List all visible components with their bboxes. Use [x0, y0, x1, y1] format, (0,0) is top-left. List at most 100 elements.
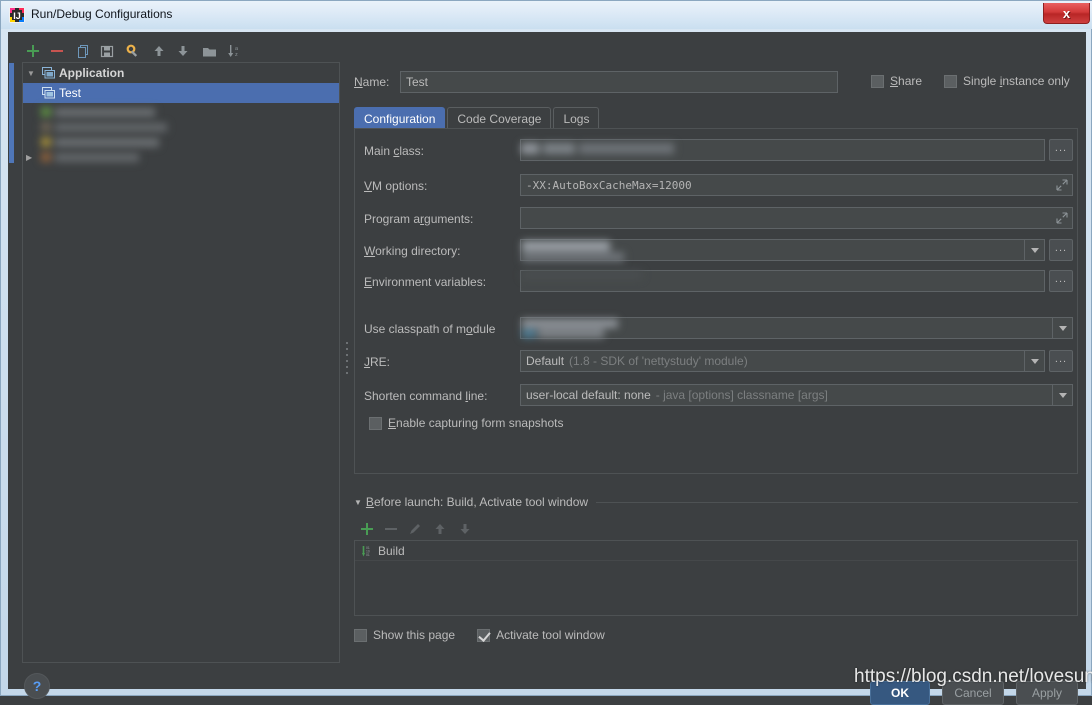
move-up-button[interactable]	[148, 40, 170, 62]
application-run-icon	[39, 67, 57, 79]
create-folder-button[interactable]	[198, 40, 220, 62]
ellipsis-icon: ...	[1054, 272, 1068, 285]
jre-combo[interactable]: Default (1.8 - SDK of 'nettystudy' modul…	[520, 350, 1045, 372]
shorten-command-hint: - java [options] classname [args]	[655, 388, 828, 402]
twisty-down-icon[interactable]: ▼	[354, 498, 362, 507]
program-arguments-expand-icon[interactable]	[1053, 208, 1071, 228]
before-launch-task-row[interactable]: 01 10 01 Build	[355, 541, 1077, 561]
program-arguments-label: Program arguments:	[364, 212, 474, 226]
sort-configurations-button[interactable]: a z	[224, 40, 246, 62]
panel-splitter[interactable]	[344, 32, 352, 672]
window-titlebar: IJ Run/Debug Configurations x	[1, 1, 1092, 29]
tree-item-label: Test	[59, 86, 82, 100]
scrollbar-thumb[interactable]	[9, 63, 14, 163]
jre-value: Default	[526, 354, 565, 368]
cancel-button-label: Cancel	[954, 686, 992, 700]
tab-code-coverage[interactable]: Code Coverage	[447, 107, 552, 129]
before-launch-task-list: 01 10 01 Build	[354, 540, 1078, 616]
name-field-label: Name:	[354, 75, 389, 89]
use-classpath-dropdown-button[interactable]	[1052, 318, 1072, 338]
shorten-command-line-combo[interactable]: user-local default: none - java [options…	[520, 384, 1073, 406]
close-window-button[interactable]: x	[1043, 3, 1090, 24]
enable-snapshots-label: Enable capturing form snapshots	[388, 416, 564, 430]
vm-options-expand-icon[interactable]	[1053, 175, 1071, 195]
enable-capturing-form-snapshots-checkbox[interactable]: Enable capturing form snapshots	[369, 416, 563, 430]
checkbox-box[interactable]	[944, 74, 957, 88]
edit-templates-button[interactable]	[122, 40, 144, 62]
checkbox-box[interactable]	[369, 416, 382, 430]
bl-move-up-button[interactable]	[429, 518, 451, 540]
checkbox-box[interactable]	[871, 74, 884, 88]
svg-text:IJ: IJ	[13, 11, 21, 21]
environment-variables-label: Environment variables:	[364, 275, 487, 289]
main-class-label: Main class:	[364, 144, 425, 158]
collapsed-arrow-icon[interactable]: ▶	[26, 153, 32, 162]
blurred-tree-row	[23, 151, 149, 165]
ellipsis-icon: ...	[1054, 241, 1068, 254]
configuration-tabs: Configuration Code Coverage Logs	[354, 107, 601, 129]
before-launch-header[interactable]: ▼ Before launch: Build, Activate tool wi…	[354, 494, 1078, 510]
tree-item-test[interactable]: Test	[23, 83, 339, 103]
expand-arrow-icon[interactable]: ▼	[23, 69, 39, 78]
move-down-button[interactable]	[172, 40, 194, 62]
sidebar-scrollbar[interactable]	[8, 63, 14, 663]
tree-group-label: Application	[59, 66, 125, 80]
program-arguments-input[interactable]	[520, 207, 1073, 229]
checkbox-box[interactable]	[354, 628, 367, 642]
application-run-icon	[39, 87, 57, 99]
chevron-down-icon	[1058, 392, 1067, 398]
before-launch-toolbar	[356, 516, 556, 538]
copy-configuration-button[interactable]	[72, 40, 94, 62]
run-debug-configurations-dialog: IJ Run/Debug Configurations x a z ▼ Appl…	[0, 0, 1092, 705]
save-configuration-button[interactable]	[96, 40, 118, 62]
single-instance-only-checkbox[interactable]: Single instance only	[944, 74, 1070, 88]
vm-options-input[interactable]: -XX:AutoBoxCacheMax=12000	[520, 174, 1073, 196]
blurred-env-overlay	[522, 271, 642, 281]
blurred-tree-row	[23, 106, 161, 120]
name-input[interactable]	[400, 71, 838, 93]
watermark-text: https://blog.csdn.net/lovesunren	[854, 666, 1092, 687]
shorten-command-value: user-local default: none	[526, 388, 651, 402]
blurred-main-class-value	[521, 143, 676, 155]
ellipsis-icon: ...	[1054, 352, 1068, 365]
splitter-grip[interactable]	[346, 342, 349, 380]
bl-move-down-button[interactable]	[454, 518, 476, 540]
chevron-down-icon	[1030, 358, 1039, 364]
separator-line	[596, 501, 1078, 503]
show-this-page-checkbox[interactable]: Show this page	[354, 628, 455, 642]
tab-label: Code Coverage	[457, 111, 542, 126]
tab-configuration[interactable]: Configuration	[354, 107, 446, 129]
bl-add-button[interactable]	[356, 518, 378, 540]
name-label-mnemonic: N	[354, 75, 363, 89]
blurred-tree-row	[23, 136, 169, 150]
checkbox-box[interactable]	[477, 628, 491, 642]
add-configuration-button[interactable]	[22, 40, 44, 62]
shorten-command-line-label: Shorten command line:	[364, 389, 488, 403]
before-launch-title: Before launch: Build, Activate tool wind…	[365, 495, 589, 509]
intellij-idea-logo-icon: IJ	[9, 7, 25, 23]
close-icon: x	[1062, 5, 1071, 21]
shorten-command-dropdown-button[interactable]	[1052, 385, 1072, 405]
vm-options-label: VM options:	[364, 179, 428, 193]
help-button[interactable]: ?	[24, 673, 50, 699]
main-class-browse-button[interactable]: ...	[1049, 139, 1073, 161]
bl-edit-button[interactable]	[404, 518, 426, 540]
environment-variables-browse-button[interactable]: ...	[1049, 270, 1073, 292]
use-classpath-of-module-label: Use classpath of module	[364, 322, 496, 336]
name-label-text: ame:	[362, 75, 390, 89]
activate-tool-window-checkbox[interactable]: Activate tool window	[477, 628, 605, 642]
tree-group-application[interactable]: ▼ Application	[23, 63, 339, 83]
ellipsis-icon: ...	[1054, 141, 1068, 154]
jre-dropdown-button[interactable]	[1024, 351, 1044, 371]
share-checkbox[interactable]: Share	[871, 74, 922, 88]
working-directory-browse-button[interactable]: ...	[1049, 239, 1073, 261]
apply-button-label: Apply	[1031, 686, 1063, 700]
bl-remove-button[interactable]	[380, 518, 402, 540]
remove-configuration-button[interactable]	[46, 40, 68, 62]
jre-browse-button[interactable]: ...	[1049, 350, 1073, 372]
jre-value-detail: (1.8 - SDK of 'nettystudy' module)	[569, 354, 748, 368]
working-directory-dropdown-button[interactable]	[1024, 240, 1044, 260]
tab-logs[interactable]: Logs	[553, 107, 600, 129]
configurations-tree: ▼ Application Test ▶	[22, 62, 340, 663]
configurations-toolbar: a z	[22, 38, 342, 64]
